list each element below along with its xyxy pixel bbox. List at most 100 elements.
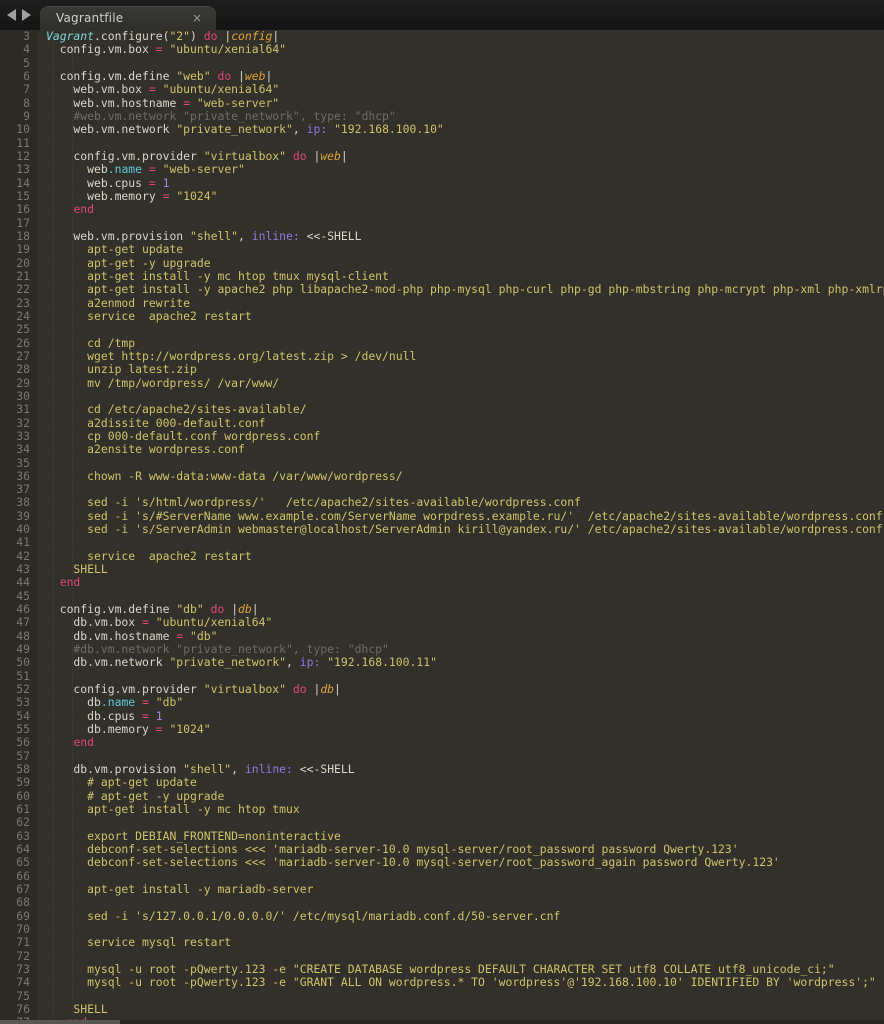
- code-line[interactable]: 71 service mysql restart: [0, 935, 884, 950]
- code-line[interactable]: 74 mysql -u root -pQwerty.123 -e "GRANT …: [0, 975, 884, 990]
- code-line-content[interactable]: cp 000-default.conf wordpress.conf: [38, 429, 884, 443]
- code-line[interactable]: 11: [0, 136, 884, 150]
- code-line-content[interactable]: sed -i 's/html/wordpress/' /etc/apache2/…: [38, 496, 884, 509]
- code-line-content[interactable]: #web.vm.network "private_network", type:…: [38, 109, 884, 123]
- code-line-content[interactable]: sed -i 's/#ServerName www.example.com/Se…: [38, 509, 884, 523]
- code-line-content[interactable]: [38, 670, 884, 683]
- code-line[interactable]: 59 # apt-get update: [0, 776, 884, 790]
- editor-tab-vagrantfile[interactable]: Vagrantfile ×: [40, 6, 216, 30]
- code-line[interactable]: 66: [0, 869, 884, 883]
- code-line-content[interactable]: debconf-set-selections <<< 'mariadb-serv…: [38, 856, 884, 869]
- code-line[interactable]: 49 #db.vm.network "private_network", typ…: [0, 642, 884, 657]
- code-line-content[interactable]: apt-get update: [38, 243, 884, 256]
- code-line[interactable]: 26 cd /tmp: [0, 336, 884, 350]
- code-line-content[interactable]: db.vm.hostname = "db": [38, 629, 884, 643]
- code-line[interactable]: 76 SHELL: [0, 1002, 884, 1017]
- code-line-content[interactable]: [38, 457, 884, 470]
- code-line-content[interactable]: [38, 990, 884, 1003]
- horizontal-scrollbar[interactable]: [0, 1020, 884, 1024]
- code-line[interactable]: 14 web.cpus = 1: [0, 176, 884, 190]
- code-line[interactable]: 42 service apache2 restart: [0, 549, 884, 564]
- triangle-right-icon[interactable]: [22, 9, 31, 21]
- code-line[interactable]: 57: [0, 749, 884, 764]
- code-line-content[interactable]: [38, 896, 884, 909]
- code-line[interactable]: 15 web.memory = "1024": [0, 189, 884, 204]
- code-line[interactable]: 52 config.vm.provider "virtualbox" do |d…: [0, 682, 884, 697]
- code-line-content[interactable]: db.memory = "1024": [38, 722, 884, 736]
- code-line-content[interactable]: sed -i 's/127.0.0.1/0.0.0.0/' /etc/mysql…: [38, 909, 884, 923]
- code-line[interactable]: 58 db.vm.provision "shell", inline: <<-S…: [0, 762, 884, 777]
- code-line[interactable]: 43 SHELL: [0, 562, 884, 577]
- code-line-content[interactable]: web.memory = "1024": [38, 189, 884, 203]
- code-line-content[interactable]: apt-get install -y mc htop tmux: [38, 802, 884, 816]
- code-line-content[interactable]: [38, 923, 884, 936]
- code-line[interactable]: 32 a2dissite 000-default.conf: [0, 416, 884, 430]
- code-line-content[interactable]: apt-get install -y mc htop tmux mysql-cl…: [38, 269, 884, 283]
- code-line-content[interactable]: web.vm.provision "shell", inline: <<-SHE…: [38, 229, 884, 243]
- code-line-content[interactable]: [38, 57, 884, 70]
- code-line[interactable]: 25: [0, 322, 884, 337]
- code-line[interactable]: 8 web.vm.hostname = "web-server": [0, 96, 884, 110]
- code-line[interactable]: 28 unzip latest.zip: [0, 362, 884, 377]
- code-line-content[interactable]: db.vm.box = "ubuntu/xenial64": [38, 616, 884, 629]
- code-line-content[interactable]: config.vm.define "db" do |db|: [38, 602, 884, 616]
- code-line[interactable]: 63 export DEBIAN_FRONTEND=noninteractive: [0, 829, 884, 844]
- code-line[interactable]: 72: [0, 949, 884, 963]
- code-line[interactable]: 69 sed -i 's/127.0.0.1/0.0.0.0/' /etc/my…: [0, 909, 884, 923]
- code-line-content[interactable]: mv /tmp/wordpress/ /var/www/: [38, 376, 884, 390]
- code-line-content[interactable]: sed -i 's/ServerAdmin webmaster@localhos…: [38, 522, 884, 536]
- code-line[interactable]: 38 sed -i 's/html/wordpress/' /etc/apach…: [0, 496, 884, 510]
- code-editor[interactable]: 3 Vagrant.configure("2") do |config| 4 con…: [0, 30, 884, 1024]
- code-line-content[interactable]: apt-get install -y apache2 php libapache…: [38, 283, 884, 296]
- code-line[interactable]: 6 config.vm.define "web" do |web|: [0, 69, 884, 84]
- code-line[interactable]: 29 mv /tmp/wordpress/ /var/www/: [0, 376, 884, 390]
- code-line[interactable]: 23 a2enmod rewrite: [0, 296, 884, 310]
- code-line[interactable]: 31 cd /etc/apache2/sites-available/: [0, 402, 884, 417]
- code-line[interactable]: 33 cp 000-default.conf wordpress.conf: [0, 429, 884, 444]
- code-line[interactable]: 27 wget http://wordpress.org/latest.zip …: [0, 349, 884, 364]
- code-line[interactable]: 46 config.vm.define "db" do |db|: [0, 602, 884, 617]
- code-line[interactable]: 17: [0, 216, 884, 230]
- code-line[interactable]: 37: [0, 482, 884, 497]
- code-line-content[interactable]: apt-get -y upgrade: [38, 256, 884, 270]
- code-line-content[interactable]: SHELL: [38, 1002, 884, 1016]
- code-line-content[interactable]: end: [38, 203, 884, 216]
- code-line-content[interactable]: [38, 870, 884, 883]
- code-line-content[interactable]: service apache2 restart: [38, 309, 884, 323]
- code-line-content[interactable]: db.vm.provision "shell", inline: <<-SHEL…: [38, 762, 884, 776]
- code-line[interactable]: 36 chown -R www-data:www-data /var/www/w…: [0, 469, 884, 484]
- code-line-content[interactable]: chown -R www-data:www-data /var/www/word…: [38, 469, 884, 483]
- code-line-content[interactable]: web.vm.network "private_network", ip: "1…: [38, 123, 884, 136]
- code-line-content[interactable]: [38, 390, 884, 403]
- code-line[interactable]: 9 #web.vm.network "private_network", typ…: [0, 109, 884, 124]
- code-line[interactable]: 60 # apt-get -y upgrade: [0, 789, 884, 804]
- code-line[interactable]: 35: [0, 456, 884, 470]
- code-line-content[interactable]: config.vm.provider "virtualbox" do |db|: [38, 682, 884, 696]
- code-line[interactable]: 30: [0, 389, 884, 404]
- code-line[interactable]: 61 apt-get install -y mc htop tmux: [0, 802, 884, 817]
- code-line[interactable]: 62: [0, 816, 884, 830]
- code-line[interactable]: 18 web.vm.provision "shell", inline: <<-…: [0, 229, 884, 244]
- code-line-content[interactable]: mysql -u root -pQwerty.123 -e "CREATE DA…: [38, 962, 884, 976]
- code-line-content[interactable]: cd /tmp: [38, 336, 884, 350]
- code-line[interactable]: 53 db.name = "db": [0, 696, 884, 710]
- code-line-content[interactable]: #db.vm.network "private_network", type: …: [38, 642, 884, 656]
- code-lines[interactable]: 3 Vagrant.configure("2") do |config| 4 con…: [0, 30, 884, 1024]
- code-line[interactable]: 54 db.cpus = 1: [0, 709, 884, 724]
- code-line-content[interactable]: # apt-get -y upgrade: [38, 789, 884, 803]
- code-line[interactable]: 13 web.name = "web-server": [0, 162, 884, 177]
- code-line[interactable]: 56 end: [0, 736, 884, 750]
- code-line-content[interactable]: service mysql restart: [38, 936, 884, 949]
- code-line-content[interactable]: db.cpus = 1: [38, 709, 884, 723]
- code-line-content[interactable]: [38, 137, 884, 150]
- code-line-content[interactable]: end: [38, 576, 884, 589]
- code-line-content[interactable]: config.vm.define "web" do |web|: [38, 69, 884, 83]
- code-line[interactable]: 34 a2ensite wordpress.conf: [0, 442, 884, 457]
- code-line-content[interactable]: [38, 217, 884, 230]
- code-line[interactable]: 70: [0, 922, 884, 937]
- code-line-content[interactable]: export DEBIAN_FRONTEND=noninteractive: [38, 829, 884, 843]
- code-line-content[interactable]: a2enmod rewrite: [38, 296, 884, 310]
- code-line[interactable]: 55 db.memory = "1024": [0, 722, 884, 737]
- code-line-content[interactable]: db.name = "db": [38, 696, 884, 709]
- code-line-content[interactable]: debconf-set-selections <<< 'mariadb-serv…: [38, 842, 884, 856]
